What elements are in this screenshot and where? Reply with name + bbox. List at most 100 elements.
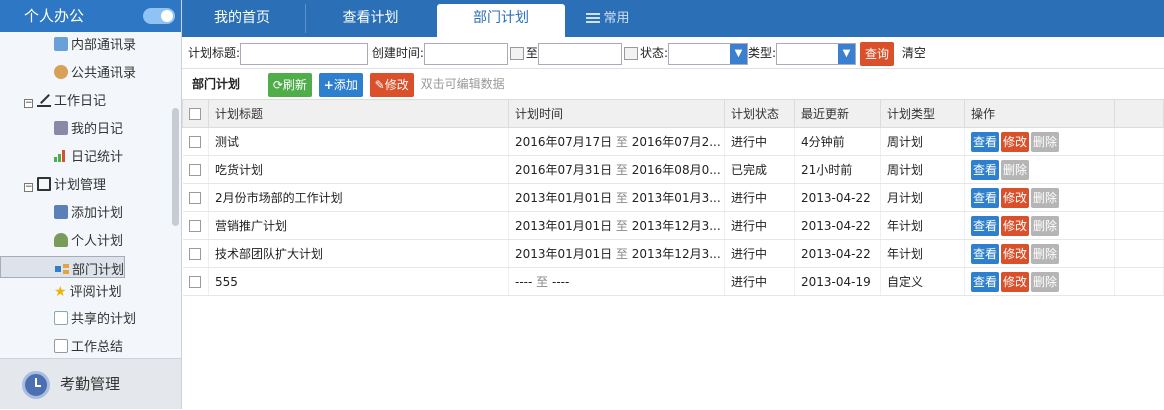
clear-button[interactable]: 清空 bbox=[902, 46, 926, 60]
row-checkbox[interactable] bbox=[188, 192, 201, 204]
plan-title[interactable]: 技术部团队扩大计划 bbox=[208, 239, 509, 268]
calendar-icon[interactable] bbox=[623, 47, 638, 60]
tab-department-plan[interactable]: 部门计划 bbox=[437, 4, 565, 37]
plan-title[interactable]: 2月份市场部的工作计划 bbox=[208, 183, 509, 212]
sidebar-item-work-summary[interactable]: 工作总结 bbox=[0, 334, 172, 358]
sidebar-item-work-diary[interactable]: − 工作日记 bbox=[0, 88, 172, 116]
collapse-icon[interactable]: − bbox=[24, 99, 33, 108]
row-select-cell bbox=[182, 155, 209, 184]
delete-button[interactable]: 删除 bbox=[1031, 215, 1060, 236]
title-filter-input[interactable] bbox=[240, 42, 369, 65]
row-checkbox[interactable] bbox=[188, 220, 201, 232]
sidebar-toggle[interactable] bbox=[143, 8, 175, 24]
plan-time: 2013年01月01日 至 2013年01月3... bbox=[508, 183, 725, 212]
plan-status: 进行中 bbox=[724, 127, 795, 156]
plan-title[interactable]: 营销推广计划 bbox=[208, 211, 509, 240]
sidebar-item-personal-plan[interactable]: 个人计划 bbox=[0, 228, 172, 256]
row-checkbox[interactable] bbox=[188, 276, 201, 288]
plan-type: 周计划 bbox=[880, 155, 965, 184]
table-row[interactable]: 技术部团队扩大计划 2013年01月01日 至 2013年12月3... 进行中 20… bbox=[182, 239, 1164, 268]
query-button[interactable]: 查询 bbox=[860, 41, 895, 66]
calendar-icon[interactable] bbox=[509, 47, 524, 60]
sidebar-item-internal-contacts[interactable]: 内部通讯录 bbox=[0, 32, 172, 60]
sidebar-item-public-contacts[interactable]: 公共通讯录 bbox=[0, 60, 172, 88]
delete-button[interactable]: 删除 bbox=[1031, 243, 1060, 264]
table-row[interactable]: 2月份市场部的工作计划 2013年01月01日 至 2013年01月3... 进行中… bbox=[182, 183, 1164, 212]
view-button[interactable]: 查看 bbox=[971, 215, 1000, 236]
tab-view-plan[interactable]: 查看计划 bbox=[305, 4, 435, 33]
view-button[interactable]: 查看 bbox=[971, 271, 1000, 292]
row-checkbox[interactable] bbox=[188, 136, 201, 148]
status-select[interactable]: ▼ bbox=[667, 42, 748, 65]
row-checkbox[interactable] bbox=[188, 248, 201, 260]
filter-bar: 计划标题: 创建时间: 至状态: ▼ 类型: ▼ 查询 清空 bbox=[182, 37, 1164, 69]
sidebar-footer-attendance[interactable]: 考勤管理 bbox=[0, 358, 181, 409]
plan-updated: 4分钟前 bbox=[794, 127, 881, 156]
sidebar-item-label: 个人计划 bbox=[71, 234, 124, 249]
tab-home[interactable]: 我的首页 bbox=[182, 4, 302, 33]
plan-time: 2013年01月01日 至 2013年12月3... bbox=[508, 211, 725, 240]
view-button[interactable]: 查看 bbox=[971, 131, 1000, 152]
plan-updated: 2013-04-22 bbox=[794, 239, 881, 268]
header-status[interactable]: 计划状态 bbox=[724, 99, 795, 128]
range-separator: 至 bbox=[536, 275, 549, 289]
delete-button[interactable]: 删除 bbox=[1031, 187, 1060, 208]
row-filler bbox=[1114, 155, 1164, 184]
sidebar-item-my-diary[interactable]: 我的日记 bbox=[0, 116, 172, 144]
sidebar-item-department-plan[interactable]: 部门计划 bbox=[0, 256, 126, 278]
refresh-button[interactable]: ⟳刷新 bbox=[267, 72, 312, 97]
plan-status: 进行中 bbox=[724, 239, 795, 268]
sidebar-scrollbar[interactable] bbox=[172, 108, 179, 226]
created-end-input[interactable] bbox=[537, 42, 622, 65]
sidebar-item-label: 日记统计 bbox=[71, 150, 124, 165]
sidebar-item-label: 内部通讯录 bbox=[71, 38, 137, 53]
sidebar-item-add-plan[interactable]: 添加计划 bbox=[0, 200, 172, 228]
header-title[interactable]: 计划标题 bbox=[208, 99, 509, 128]
add-button[interactable]: +添加 bbox=[318, 72, 363, 97]
table-row[interactable]: 555 ---- 至 ---- 进行中 2013-04-19 自定义 查看 修改 删除 bbox=[182, 267, 1164, 296]
plan-updated: 21小时前 bbox=[794, 155, 881, 184]
table-row[interactable]: 营销推广计划 2013年01月01日 至 2013年12月3... 进行中 2013-… bbox=[182, 211, 1164, 240]
header-type[interactable]: 计划类型 bbox=[880, 99, 965, 128]
plan-time: 2016年07月17日 至 2016年07月2... bbox=[508, 127, 725, 156]
table-row[interactable]: 测试 2016年07月17日 至 2016年07月2... 进行中 4分钟前 周计划 查看… bbox=[182, 127, 1164, 156]
view-button[interactable]: 查看 bbox=[971, 187, 1000, 208]
edit-row-button[interactable]: 修改 bbox=[1001, 243, 1030, 264]
sidebar-header[interactable]: 个人办公 bbox=[0, 0, 181, 32]
range-separator: 至 bbox=[615, 135, 628, 149]
refresh-label: 刷新 bbox=[282, 77, 307, 92]
edit-button[interactable]: ✎修改 bbox=[369, 72, 414, 97]
sidebar-item-plan-management[interactable]: − 计划管理 bbox=[0, 172, 172, 200]
view-button[interactable]: 查看 bbox=[971, 159, 1000, 180]
sidebar-item-review-plan[interactable]: ★ 评阅计划 bbox=[0, 278, 172, 306]
sidebar-item-label: 部门计划 bbox=[72, 263, 125, 278]
delete-button[interactable]: 删除 bbox=[1031, 131, 1060, 152]
row-checkbox[interactable] bbox=[188, 164, 201, 176]
plan-type: 年计划 bbox=[880, 211, 965, 240]
edit-row-button[interactable]: 修改 bbox=[1001, 215, 1030, 236]
plan-title[interactable]: 吃货计划 bbox=[208, 155, 509, 184]
collapse-icon[interactable]: − bbox=[24, 183, 33, 192]
diary-icon bbox=[54, 121, 68, 135]
plan-title[interactable]: 555 bbox=[208, 267, 509, 296]
add-label: 添加 bbox=[333, 77, 358, 92]
tab-common[interactable]: 常用 bbox=[578, 4, 638, 33]
delete-button[interactable]: 删除 bbox=[1031, 271, 1060, 292]
header-updated[interactable]: 最近更新 bbox=[794, 99, 881, 128]
edit-hint: 双击可编辑数据 bbox=[420, 77, 505, 91]
delete-button[interactable]: 删除 bbox=[1001, 159, 1030, 180]
table-row[interactable]: 吃货计划 2016年07月31日 至 2016年08月0... 已完成 21小时前 周计… bbox=[182, 155, 1164, 184]
view-button[interactable]: 查看 bbox=[971, 243, 1000, 264]
row-filler bbox=[1114, 211, 1164, 240]
sidebar-item-diary-stats[interactable]: 日记统计 bbox=[0, 144, 172, 172]
type-select[interactable]: ▼ bbox=[776, 42, 857, 65]
edit-row-button[interactable]: 修改 bbox=[1001, 131, 1030, 152]
sidebar-item-shared-plan[interactable]: 共享的计划 bbox=[0, 306, 172, 334]
edit-row-button[interactable]: 修改 bbox=[1001, 271, 1030, 292]
edit-row-button[interactable]: 修改 bbox=[1001, 187, 1030, 208]
created-start-input[interactable] bbox=[423, 42, 508, 65]
plan-title[interactable]: 测试 bbox=[208, 127, 509, 156]
header-time[interactable]: 计划时间 bbox=[508, 99, 725, 128]
select-all-checkbox[interactable] bbox=[189, 108, 201, 120]
plan-time: 2016年07月31日 至 2016年08月0... bbox=[508, 155, 725, 184]
